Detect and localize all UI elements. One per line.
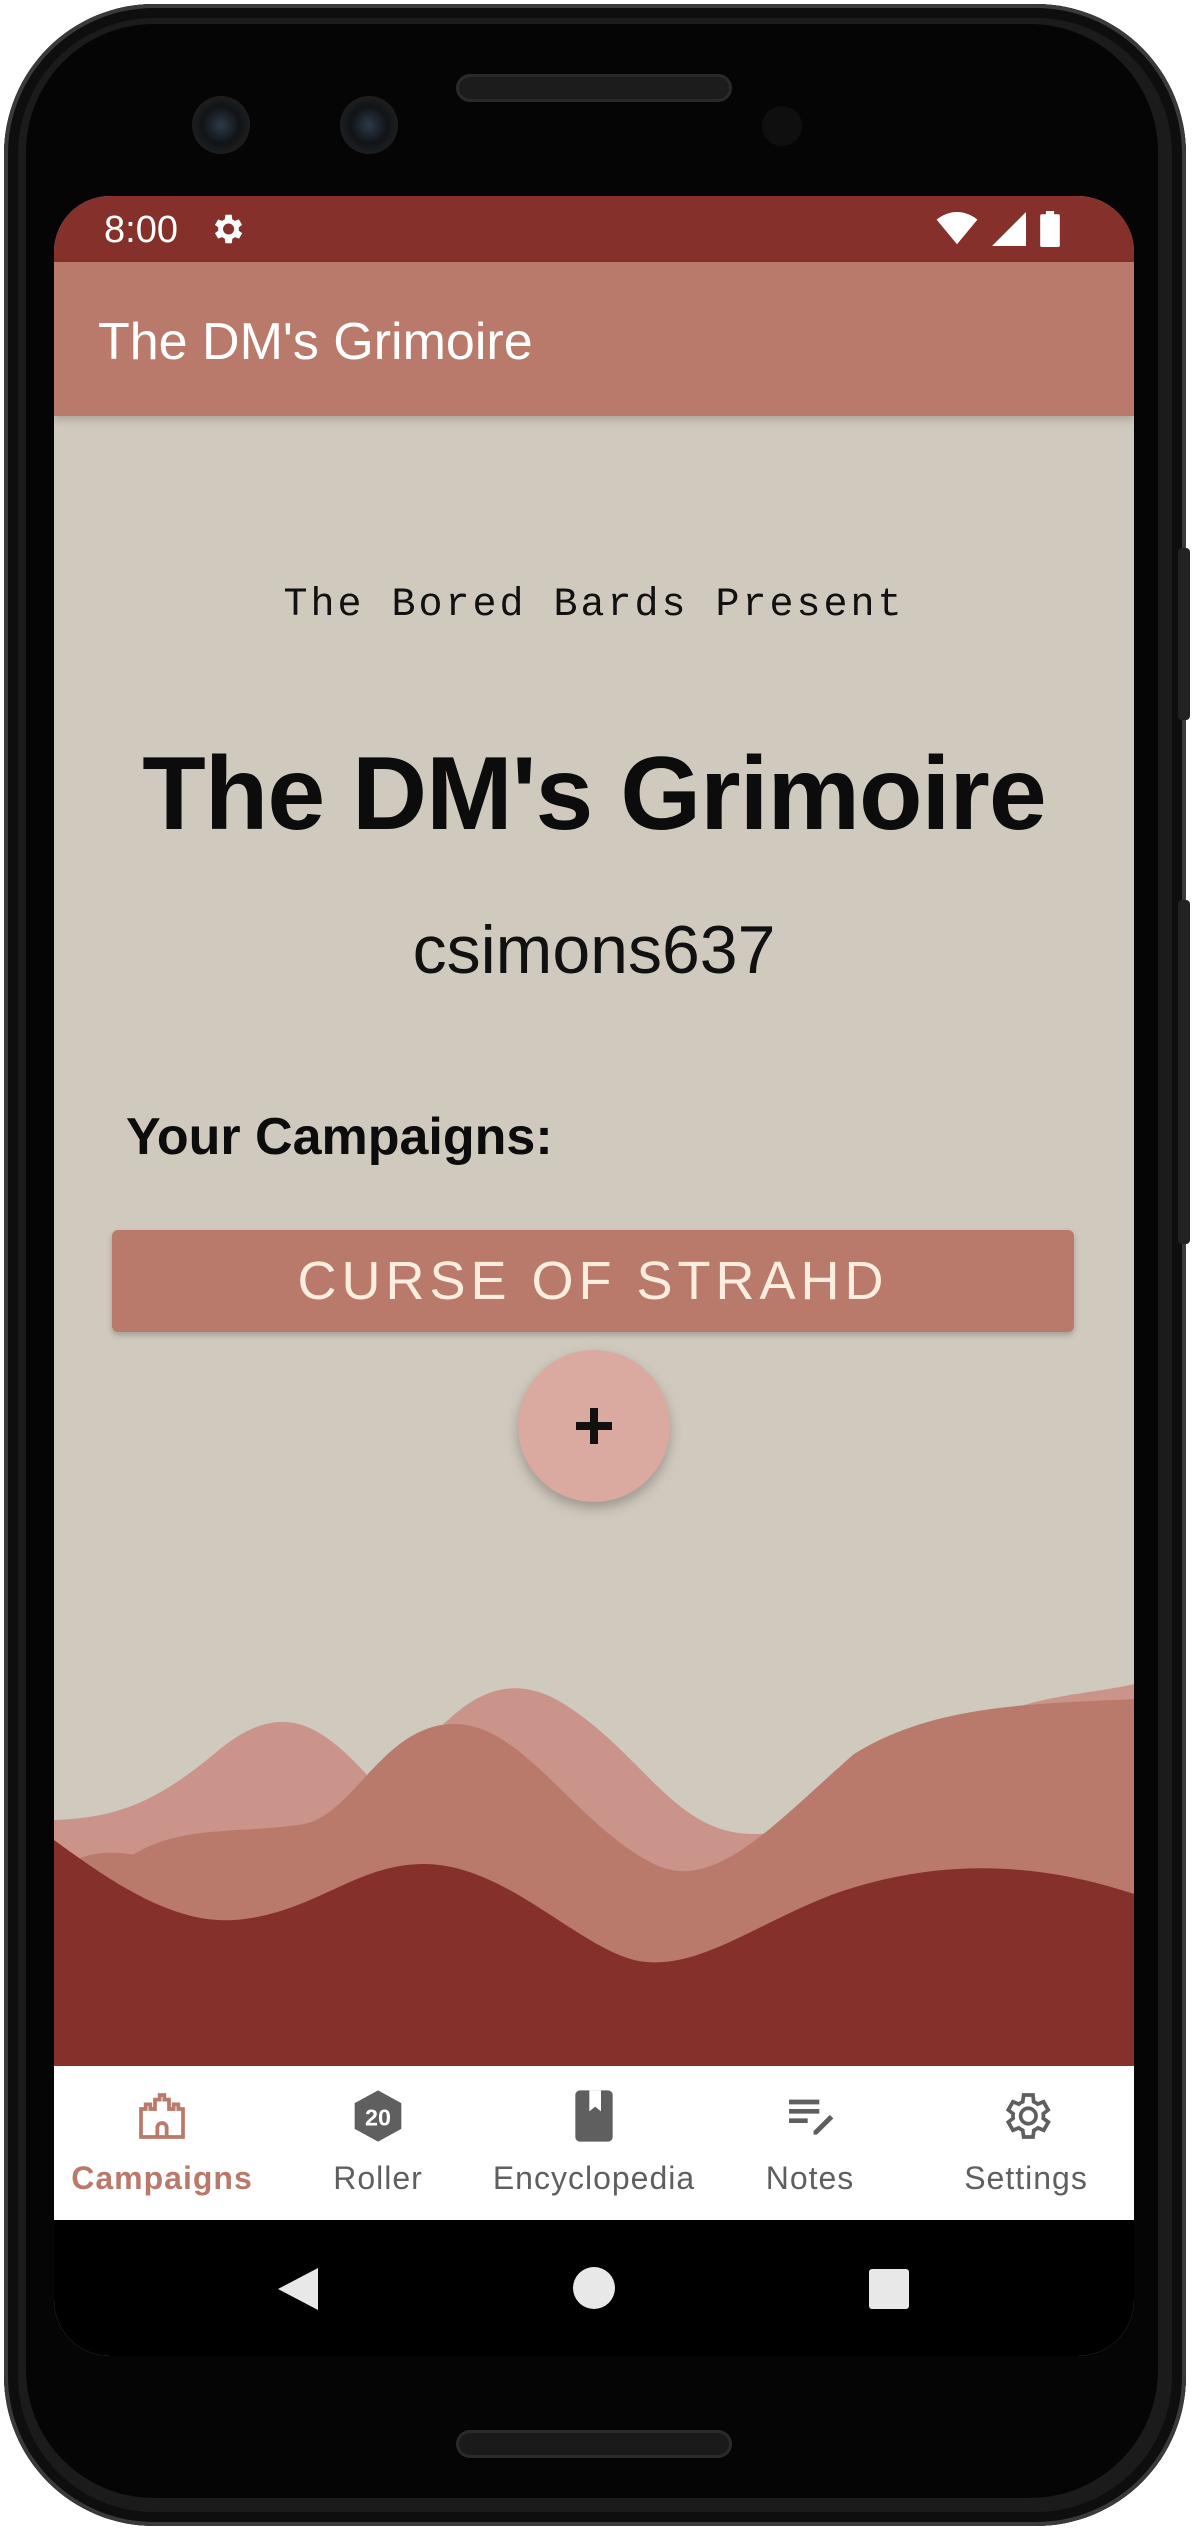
system-navigation-bar <box>54 2220 1134 2356</box>
app-bar: The DM's Grimoire <box>54 262 1134 416</box>
castle-icon <box>139 2093 185 2139</box>
app-screen: 8:00 The DM's Grimoire The Bored Bards P… <box>54 196 1134 2356</box>
bottom-navigation: Campaigns 20 Roller Encyclopedia Notes S… <box>54 2066 1134 2220</box>
power-button <box>1178 548 1190 720</box>
d20-icon: 20 <box>354 2090 402 2142</box>
battery-icon <box>1040 211 1060 247</box>
settings-icon <box>1005 2093 1051 2139</box>
nav-label-roller: Roller <box>333 2160 423 2196</box>
hills-illustration <box>54 1684 1134 2066</box>
nav-label-settings: Settings <box>964 2160 1088 2196</box>
status-icons <box>936 210 1060 248</box>
plus-icon <box>576 1408 612 1444</box>
nav-item-settings[interactable]: Settings <box>918 2066 1134 2220</box>
nav-label-campaigns: Campaigns <box>71 2160 253 2196</box>
device-page: 8:00 The DM's Grimoire The Bored Bards P… <box>0 0 1194 2532</box>
presenter-text: The Bored Bards Present <box>283 583 905 628</box>
proximity-sensor <box>762 106 802 146</box>
notes-edit-icon <box>789 2099 834 2135</box>
username: csimons637 <box>412 912 776 988</box>
status-bar: 8:00 <box>54 196 1134 262</box>
svg-text:20: 20 <box>365 2104 391 2130</box>
signal-icon <box>992 212 1026 246</box>
app-bar-title: The DM's Grimoire <box>98 313 533 371</box>
front-camera-icon <box>340 96 398 154</box>
page-title: The DM's Grimoire <box>142 736 1046 852</box>
gear-icon <box>208 210 246 248</box>
nav-item-roller[interactable]: 20 Roller <box>270 2066 486 2220</box>
nav-item-encyclopedia[interactable]: Encyclopedia <box>486 2066 702 2220</box>
nav-label-encyclopedia: Encyclopedia <box>492 2160 696 2196</box>
nav-item-notes[interactable]: Notes <box>702 2066 918 2220</box>
back-icon[interactable] <box>276 2266 320 2312</box>
wifi-icon <box>936 212 978 245</box>
nav-label-notes: Notes <box>765 2160 855 2196</box>
front-camera-icon <box>192 96 250 154</box>
campaign-button-curse-of-strahd[interactable]: CURSE OF STRAHD <box>112 1230 1074 1332</box>
home-icon[interactable] <box>572 2266 616 2310</box>
status-time: 8:00 <box>104 209 178 251</box>
nav-item-campaigns[interactable]: Campaigns <box>54 2066 270 2220</box>
bottom-speaker <box>456 2430 732 2458</box>
volume-button <box>1178 900 1190 1244</box>
earpiece-speaker <box>456 74 732 102</box>
add-campaign-button[interactable] <box>518 1350 670 1502</box>
campaigns-label: Your Campaigns: <box>126 1108 553 1166</box>
book-icon <box>575 2090 613 2142</box>
recents-icon[interactable] <box>868 2268 910 2310</box>
